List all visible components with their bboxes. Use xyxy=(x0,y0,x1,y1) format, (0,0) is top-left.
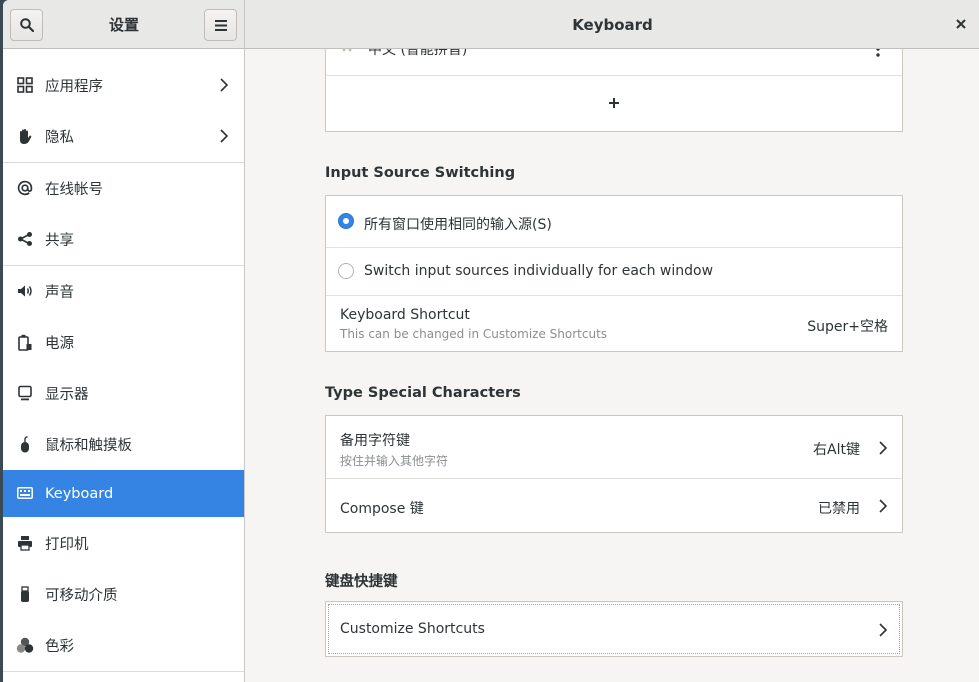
sidebar-item-online-accounts[interactable]: 在线帐号 xyxy=(3,165,244,212)
sidebar-item-label: 共享 xyxy=(45,233,74,249)
speaker-icon xyxy=(16,282,34,300)
sidebar-item-sharing[interactable]: 共享 xyxy=(3,216,244,263)
radio-row-individual[interactable]: Switch input sources individually for ea… xyxy=(326,248,902,295)
battery-icon xyxy=(16,333,34,351)
shortcut-value: Super+空格 xyxy=(807,319,888,335)
hamburger-menu-icon xyxy=(214,19,227,31)
sidebar-item-privacy[interactable]: 隐私 xyxy=(3,113,244,160)
usb-icon xyxy=(16,585,34,603)
at-icon xyxy=(16,179,34,197)
hand-icon xyxy=(16,127,34,145)
radio-label: 所有窗口使用相同的输入源(S) xyxy=(364,217,552,233)
sidebar-item-label: Keyboard xyxy=(45,485,114,502)
sidebar-item-displays[interactable]: 显示器 xyxy=(3,370,244,417)
sidebar-item-applications[interactable]: 应用程序 xyxy=(3,62,244,109)
sidebar-item-mouse-touchpad[interactable]: 鼠标和触摸板 xyxy=(3,421,244,468)
sidebar-item-printers[interactable]: 打印机 xyxy=(3,520,244,567)
sidebar-item-label: 色彩 xyxy=(45,639,74,655)
mouse-icon xyxy=(16,435,34,453)
sidebar-item-keyboard[interactable]: Keyboard xyxy=(3,470,244,517)
sidebar-item-label: 隐私 xyxy=(45,130,74,146)
sidebar-item-removable-media[interactable]: 可移动介质 xyxy=(3,571,244,618)
section-title-input-switching: Input Source Switching xyxy=(325,165,516,181)
compose-key-row[interactable]: Compose 键 已禁用 xyxy=(326,479,902,532)
alternate-characters-key-row[interactable]: 备用字符键 按住并输入其他字符 右Alt键 xyxy=(326,416,902,478)
sidebar-divider xyxy=(3,671,244,672)
section-title-special-characters: Type Special Characters xyxy=(325,385,521,401)
sidebar-item-label: 打印机 xyxy=(45,537,89,553)
sidebar-divider xyxy=(3,265,244,266)
add-input-source-button[interactable] xyxy=(326,76,902,131)
sidebar-item-label: 可移动介质 xyxy=(45,588,118,604)
chevron-right-icon xyxy=(879,623,888,637)
customize-shortcuts-row[interactable]: Customize Shortcuts xyxy=(328,604,900,654)
sidebar-item-label: 电源 xyxy=(45,336,74,352)
sidebar-item-label: 显示器 xyxy=(45,387,89,403)
sidebar-item-label: 在线帐号 xyxy=(45,182,103,198)
share-icon xyxy=(16,230,34,248)
chevron-right-icon xyxy=(879,441,888,455)
display-icon xyxy=(16,384,34,402)
header-bar: 设置 Keyboard xyxy=(3,0,979,49)
close-icon xyxy=(956,19,966,29)
customize-shortcuts-label: Customize Shortcuts xyxy=(340,621,485,637)
alternate-key-value: 右Alt键 xyxy=(813,442,860,458)
menu-button[interactable] xyxy=(204,9,237,41)
radio-label: Switch input sources individually for ea… xyxy=(364,263,714,279)
grid-icon xyxy=(16,76,34,94)
special-characters-list: 备用字符键 按住并输入其他字符 右Alt键 Compose 键 已禁用 xyxy=(325,415,903,533)
keyboard-panel: 中文 (智能拼音) Input Source Switching 所有窗口使用相… xyxy=(246,49,979,682)
alternate-key-title: 备用字符键 xyxy=(340,433,410,449)
shortcuts-list: Customize Shortcuts xyxy=(325,601,903,657)
input-sources-list: 中文 (智能拼音) xyxy=(325,49,903,132)
keyboard-icon xyxy=(16,484,34,502)
color-icon xyxy=(16,636,34,654)
sidebar-item-label: 声音 xyxy=(45,285,74,301)
sidebar-item-power[interactable]: 电源 xyxy=(3,319,244,366)
section-title-keyboard-shortcuts: 键盘快捷键 xyxy=(325,574,398,590)
close-button[interactable] xyxy=(951,14,971,34)
sidebar-header: 设置 xyxy=(3,0,245,48)
sidebar: 应用程序 隐私 在线帐号 共享 声音 电源 显示器 鼠标和触摸板 Keyboar… xyxy=(3,49,245,682)
input-switching-list: 所有窗口使用相同的输入源(S) Switch input sources ind… xyxy=(325,195,903,352)
input-source-row[interactable]: 中文 (智能拼音) xyxy=(326,49,902,75)
keyboard-shortcut-row: Keyboard Shortcut This can be changed in… xyxy=(326,296,902,351)
printer-icon xyxy=(16,534,34,552)
sidebar-item-label: 鼠标和触摸板 xyxy=(45,438,132,454)
drag-handle-icon[interactable] xyxy=(342,49,352,52)
chevron-right-icon xyxy=(220,78,229,92)
settings-window: 设置 Keyboard 应用程序 隐私 在线帐号 共享 声音 电源 显示器 鼠标… xyxy=(3,0,979,682)
more-options-icon[interactable] xyxy=(876,49,880,57)
radio-same-source[interactable] xyxy=(338,213,354,229)
sidebar-item-sound[interactable]: 声音 xyxy=(3,268,244,315)
shortcut-subtitle: This can be changed in Customize Shortcu… xyxy=(340,327,608,341)
plus-icon xyxy=(609,98,619,108)
sidebar-item-label: 应用程序 xyxy=(45,79,103,95)
alternate-key-subtitle: 按住并输入其他字符 xyxy=(340,454,449,468)
shortcut-title: Keyboard Shortcut xyxy=(340,307,470,323)
compose-key-title: Compose 键 xyxy=(340,501,424,517)
radio-individual-window[interactable] xyxy=(338,263,354,279)
input-source-label: 中文 (智能拼音) xyxy=(368,49,468,58)
chevron-right-icon xyxy=(220,129,229,143)
page-title: Keyboard xyxy=(572,16,653,34)
radio-row-same-source[interactable]: 所有窗口使用相同的输入源(S) xyxy=(326,196,902,247)
sidebar-item-color[interactable]: 色彩 xyxy=(3,622,244,669)
compose-key-value: 已禁用 xyxy=(818,501,860,517)
sidebar-divider xyxy=(3,162,244,163)
chevron-right-icon xyxy=(879,499,888,513)
